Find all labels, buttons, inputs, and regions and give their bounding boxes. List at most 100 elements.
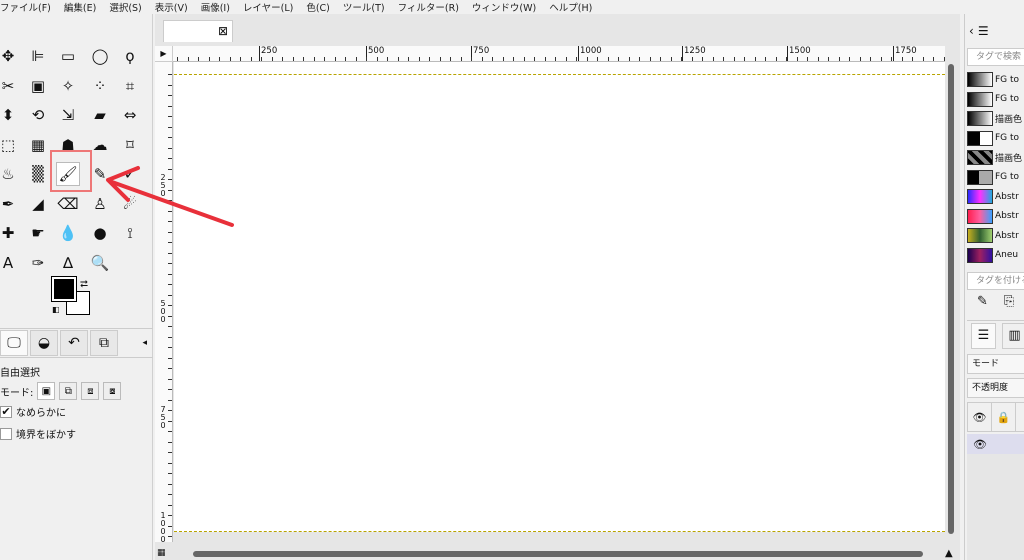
channels-tab[interactable]: ▥ (1002, 322, 1024, 349)
gradient-item[interactable]: FG to (967, 168, 1024, 188)
mypaint-brush-tool[interactable]: ✓ (118, 162, 142, 186)
eraser-tool[interactable]: ⌫ (56, 192, 80, 216)
perspective-tool[interactable]: ⬚ (0, 133, 20, 157)
horizontal-scrollbar[interactable] (173, 548, 945, 560)
foreground-select-tool[interactable]: ▣ (26, 74, 50, 98)
color-picker-tool[interactable]: ✑ (26, 251, 50, 275)
layer-visibility-icon[interactable]: 👁 (973, 438, 987, 451)
heal-tool[interactable]: ☄ (118, 192, 142, 216)
menu-item[interactable]: レイヤー(L) (243, 0, 293, 14)
ink-tool[interactable]: ✒ (0, 192, 20, 216)
dock-collapse-icon[interactable]: ‹ (969, 24, 974, 38)
gradient-item[interactable]: Abstr (967, 207, 1024, 227)
gradient-item[interactable]: Abstr (967, 226, 1024, 246)
menu-item[interactable]: 色(C) (306, 0, 330, 14)
mode-add-button[interactable]: ⧉ (59, 382, 78, 400)
zoom-tool[interactable]: 🔍 (88, 251, 112, 275)
layer-opacity-field[interactable]: 不透明度 (967, 378, 1024, 398)
text-tool[interactable]: A (0, 251, 20, 275)
gradient-item[interactable]: 描画色 (967, 148, 1024, 168)
blur-tool[interactable]: 💧 (56, 221, 80, 245)
menu-item[interactable]: フィルター(R) (398, 0, 459, 14)
crop-tool[interactable]: ⌗ (118, 74, 142, 98)
tool-options-tab[interactable]: 🖵 (0, 330, 28, 356)
menu-item[interactable]: 表示(V) (155, 0, 188, 14)
swap-colors-icon[interactable]: ⮂ (80, 279, 88, 290)
gradient-item[interactable]: 描画色 (967, 109, 1024, 129)
tag-search-input[interactable]: タグで検索 (967, 48, 1024, 66)
mode-subtract-button[interactable]: ⧈ (81, 382, 100, 400)
images-tab[interactable]: ⧉ (90, 330, 118, 356)
gradient-item[interactable]: Aneu (967, 246, 1024, 266)
undo-history-tab[interactable]: ↶ (60, 330, 88, 356)
gradient-item[interactable]: FG to (967, 129, 1024, 149)
rotate-tool[interactable]: ⟲ (26, 103, 50, 127)
smudge-icon: ☛ (31, 224, 45, 242)
visibility-header[interactable]: 👁 (968, 403, 992, 431)
navigate-icon[interactable]: ▦ (157, 548, 166, 558)
tag-assign-input[interactable]: タグを付ける (967, 272, 1024, 290)
measure-tool[interactable]: ∆ (56, 251, 80, 275)
scale-tool[interactable]: ⇲ (56, 103, 80, 127)
cage-tool[interactable]: ⌑ (118, 133, 142, 157)
paths-tool[interactable]: ⟟ (118, 221, 142, 245)
new-item-icon[interactable]: ⎘ (1004, 294, 1014, 314)
rect-select-tool[interactable]: ▭ (56, 44, 80, 68)
brushes-tab-icon[interactable]: ☰ (978, 24, 989, 38)
gradient-item[interactable]: FG to (967, 90, 1024, 110)
3d-transform-tool[interactable]: ▦ (26, 133, 50, 157)
antialias-option[interactable]: ✔ なめらかに (0, 404, 66, 419)
lock-header[interactable]: 🔒 (992, 403, 1016, 431)
flip-tool[interactable]: ⇔ (118, 103, 142, 127)
close-icon[interactable]: ⊠ (218, 24, 228, 38)
horizontal-scroll-thumb[interactable] (193, 551, 923, 557)
fuzzy-select-tool[interactable]: ✧ (56, 74, 80, 98)
gradient-item[interactable]: Abstr (967, 187, 1024, 207)
menu-item[interactable]: ヘルプ(H) (549, 0, 592, 14)
edit-icon[interactable]: ✎ (977, 294, 988, 314)
vertical-scrollbar[interactable] (945, 46, 957, 546)
menu-item[interactable]: ツール(T) (343, 0, 385, 14)
quick-mask-toggle[interactable]: ▶ (155, 46, 173, 62)
mode-intersect-button[interactable]: ⧇ (103, 382, 122, 400)
free-select-tool[interactable]: ϙ (118, 44, 142, 68)
image-tab[interactable]: ⊠ (163, 20, 233, 42)
menu-item[interactable]: ウィンドウ(W) (472, 0, 536, 14)
zoom-fit-icon[interactable]: ▲ (945, 548, 953, 559)
dodge-burn-tool[interactable]: ● (88, 221, 112, 245)
antialias-checkbox[interactable]: ✔ (0, 405, 12, 418)
menu-item[interactable]: 画像(I) (201, 0, 230, 14)
unified-transform-tool[interactable]: ⬍ (0, 103, 20, 127)
shear-tool[interactable]: ▰ (88, 103, 112, 127)
layers-tab[interactable]: ☰ (971, 322, 996, 349)
foreground-color-swatch[interactable] (51, 276, 77, 302)
layer-mode-select[interactable]: モード (967, 354, 1024, 374)
clone-tool[interactable]: ♙ (88, 192, 112, 216)
bucket-fill-tool[interactable]: ♨ (0, 162, 20, 186)
tab-menu-icon[interactable]: ◂ (142, 338, 147, 348)
align-tool[interactable]: ⊫ (26, 44, 50, 68)
move-tool[interactable]: ✥ (0, 44, 20, 68)
ruler-tick (168, 368, 172, 369)
scissors-tool[interactable]: ✂ (0, 74, 20, 98)
perspective-clone-tool[interactable]: ✚ (0, 221, 20, 245)
feather-checkbox[interactable] (0, 427, 12, 440)
mode-replace-button[interactable]: ▣ (37, 382, 56, 400)
feather-option[interactable]: 境界をぼかす (0, 426, 76, 441)
smudge-tool[interactable]: ☛ (26, 221, 50, 245)
vertical-ruler[interactable]: 2 5 05 0 07 5 01 0 0 0 (155, 62, 173, 542)
menu-item[interactable]: 選択(S) (109, 0, 141, 14)
device-status-tab[interactable]: ◒ (30, 330, 58, 356)
ellipse-select-tool[interactable]: ◯ (88, 44, 112, 68)
reset-colors-icon[interactable]: ◧ (52, 305, 60, 314)
color-select-tool[interactable]: ⁘ (88, 74, 112, 98)
image-canvas[interactable] (174, 62, 945, 532)
gradient-tool[interactable]: ▒ (26, 162, 50, 186)
menu-item[interactable]: ファイル(F) (0, 0, 51, 14)
layer-row[interactable]: 👁 (967, 434, 1024, 454)
menu-item[interactable]: 編集(E) (64, 0, 96, 14)
gradient-item[interactable]: FG to (967, 70, 1024, 90)
horizontal-ruler[interactable]: 250 500 750 1000 1250 1500 1750 (173, 46, 945, 62)
vertical-scroll-thumb[interactable] (948, 64, 954, 534)
airbrush-tool[interactable]: ◢ (26, 192, 50, 216)
